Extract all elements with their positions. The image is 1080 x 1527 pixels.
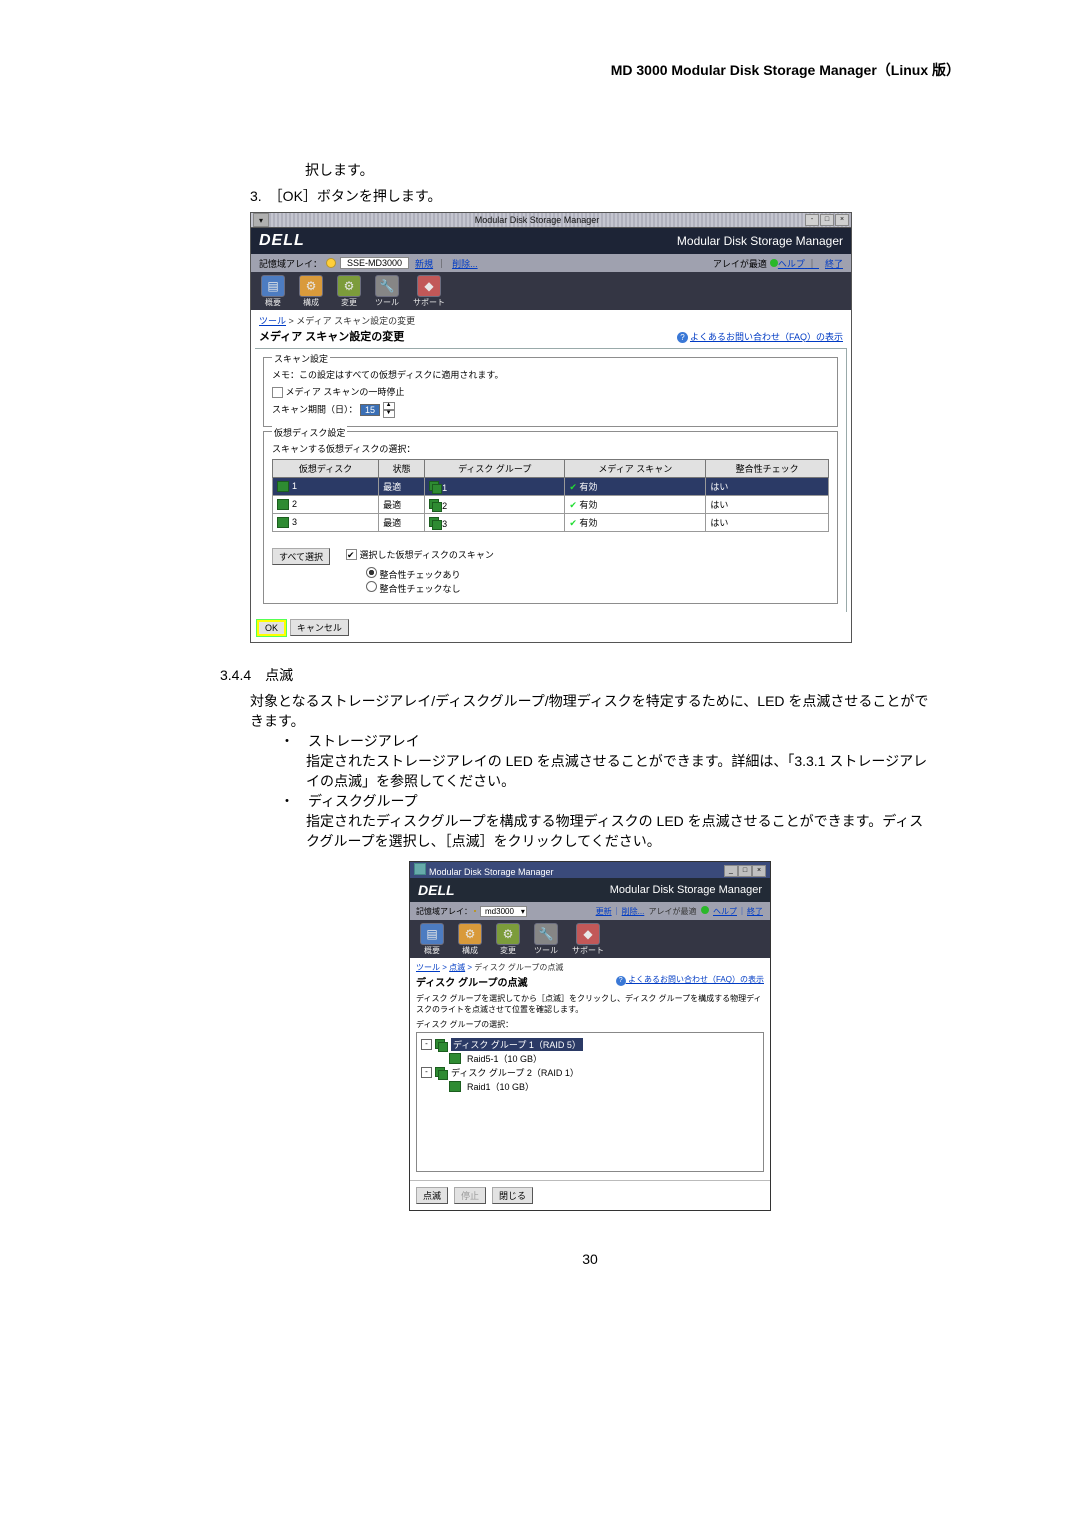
screenshot-blink-dg: Modular Disk Storage Manager _□× DELL Mo…	[409, 861, 771, 1211]
faq-link[interactable]: ?よくあるお問い合わせ（FAQ）の表示	[677, 330, 843, 343]
delete-link[interactable]: 削除...	[452, 257, 478, 270]
stop-button[interactable]: 停止	[454, 1187, 486, 1204]
radio-cc-on[interactable]	[366, 567, 377, 578]
disk-group-tree[interactable]: - ディスク グループ 1（RAID 5） Raid5-1（10 GB） - ディス…	[416, 1032, 764, 1172]
vd-select-label: スキャンする仮想ディスクの選択：	[272, 442, 829, 455]
bullet1-title: ストレージアレイ	[308, 733, 420, 749]
spinner-up[interactable]: ▲	[383, 402, 395, 410]
window-title: Modular Disk Storage Manager	[269, 215, 805, 225]
bullet2-body: 指定されたディスクグループを構成する物理ディスクの LED を点滅させることがで…	[306, 811, 930, 851]
array-name: SSE-MD3000	[340, 257, 409, 269]
status-ok-icon-2	[701, 906, 709, 914]
expander-icon[interactable]: -	[421, 1039, 432, 1050]
cancel-button[interactable]: キャンセル	[290, 619, 349, 636]
scan-selected-label: 選択した仮想ディスクのスキャン	[360, 550, 494, 560]
suspend-checkbox[interactable]	[272, 387, 283, 398]
tree-node-dg1[interactable]: ディスク グループ 1（RAID 5）	[451, 1038, 583, 1051]
window-buttons[interactable]: -□×	[805, 214, 849, 226]
bullet2-title: ディスクグループ	[308, 793, 418, 809]
vd-table: 仮想ディスク 状態 ディスク グループ メディア スキャン 整合性チェック 1 …	[272, 459, 829, 532]
array-label-2: 記憶域アレイ：	[416, 906, 472, 917]
toolbar-overview[interactable]: ▤概要	[261, 275, 285, 308]
table-row[interactable]: 2 最適 2 ✔有効 はい	[273, 496, 829, 514]
continuation-text: 択します。	[305, 160, 930, 180]
app-title-2: Modular Disk Storage Manager	[610, 884, 762, 896]
tree-node-dg2[interactable]: ディスク グループ 2（RAID 1）	[451, 1066, 579, 1079]
duration-label: スキャン期間（日）：	[272, 405, 358, 415]
toolbar-overview-2[interactable]: ▤概要	[420, 923, 444, 956]
radio-cc-off[interactable]	[366, 581, 377, 592]
page-number: 30	[250, 1251, 930, 1267]
toolbar-config-2[interactable]: ⚙構成	[458, 923, 482, 956]
help-link[interactable]: ヘルプ	[778, 259, 805, 269]
toolbar-config[interactable]: ⚙構成	[299, 275, 323, 308]
bullet1-body: 指定されたストレージアレイの LED を点滅させることができます。詳細は、「3.…	[306, 751, 930, 791]
status-ok-icon	[770, 259, 778, 267]
toolbar-tools[interactable]: 🔧ツール	[375, 275, 399, 308]
tree-node-vd1[interactable]: Raid5-1（10 GB）	[467, 1052, 542, 1065]
suspend-label: メディア スキャンの一時停止	[286, 387, 405, 397]
status-text-2: アレイが最適	[649, 907, 697, 916]
toolbar-modify[interactable]: ⚙変更	[337, 275, 361, 308]
status-text: アレイが最適	[713, 257, 767, 270]
exit-link[interactable]: 終了	[825, 259, 843, 269]
toolbar-support[interactable]: ◆サポート	[413, 275, 445, 308]
page-header: MD 3000 Modular Disk Storage Manager（Lin…	[611, 60, 960, 80]
table-row[interactable]: 1 最適 1 ✔有効 はい	[273, 478, 829, 496]
array-status-icon-2	[474, 910, 476, 912]
duration-input[interactable]: 15	[360, 404, 380, 416]
faq-link-2[interactable]: ? よくあるお問い合わせ（FAQ）の表示	[616, 974, 764, 989]
ok-button[interactable]: OK	[257, 620, 286, 636]
scan-note: メモ：この設定はすべての仮想ディスクに適用されます。	[272, 368, 829, 381]
page-title: メディア スキャン設定の変更	[259, 328, 404, 344]
spinner-down[interactable]: ▼	[383, 410, 395, 418]
scan-selected-checkbox[interactable]: ✔	[346, 549, 357, 560]
scan-settings-legend: スキャン設定	[272, 352, 330, 365]
delete-link-2[interactable]: 削除...	[622, 907, 645, 916]
window-title-2: Modular Disk Storage Manager	[429, 867, 554, 877]
expander-icon[interactable]: -	[421, 1067, 432, 1078]
close-button[interactable]: 閉じる	[492, 1187, 533, 1204]
app-title: Modular Disk Storage Manager	[677, 234, 843, 248]
dell-logo: DELL	[259, 232, 305, 250]
table-row[interactable]: 3 最適 3 ✔有効 はい	[273, 514, 829, 532]
blink-description: ディスク グループを選択してから［点滅］をクリックし、ディスク グループを構成す…	[410, 992, 770, 1019]
vd-settings-legend: 仮想ディスク設定	[272, 426, 347, 439]
screenshot-media-scan: ▾ Modular Disk Storage Manager -□× DELL …	[250, 212, 852, 643]
array-status-icon	[326, 258, 336, 268]
toolbar-modify-2[interactable]: ⚙変更	[496, 923, 520, 956]
tree-label: ディスク グループの選択：	[410, 1019, 770, 1030]
window-menu-icon[interactable]: ▾	[253, 213, 269, 227]
section-p1: 対象となるストレージアレイ/ディスクグループ/物理ディスクを特定するために、LE…	[250, 691, 930, 731]
section-heading: 3.4.4 点滅	[220, 665, 930, 685]
select-all-button[interactable]: すべて選択	[272, 548, 330, 565]
exit-link-2[interactable]: 終了	[747, 907, 763, 916]
array-label: 記憶域アレイ：	[259, 257, 322, 270]
toolbar-tools-2[interactable]: 🔧ツール	[534, 923, 558, 956]
update-link[interactable]: 更新	[596, 907, 612, 916]
step-3-text: 3. ［OK］ボタンを押します。	[250, 186, 930, 206]
new-link[interactable]: 新規	[415, 257, 433, 270]
tree-node-vd2[interactable]: Raid1（10 GB）	[467, 1080, 534, 1093]
window-buttons-2[interactable]: _□×	[724, 864, 766, 877]
breadcrumb-2[interactable]: ツール > 点滅 > ディスク グループの点滅	[410, 958, 770, 973]
breadcrumb[interactable]: ツール > メディア スキャン設定の変更	[251, 310, 851, 327]
toolbar-support-2[interactable]: ◆サポート	[572, 923, 604, 956]
dell-logo-2: DELL	[418, 882, 455, 898]
array-dropdown[interactable]: md3000	[480, 906, 527, 917]
page-title-2: ディスク グループの点滅	[416, 974, 527, 989]
blink-button[interactable]: 点滅	[416, 1187, 448, 1204]
help-link-2[interactable]: ヘルプ	[713, 907, 737, 916]
